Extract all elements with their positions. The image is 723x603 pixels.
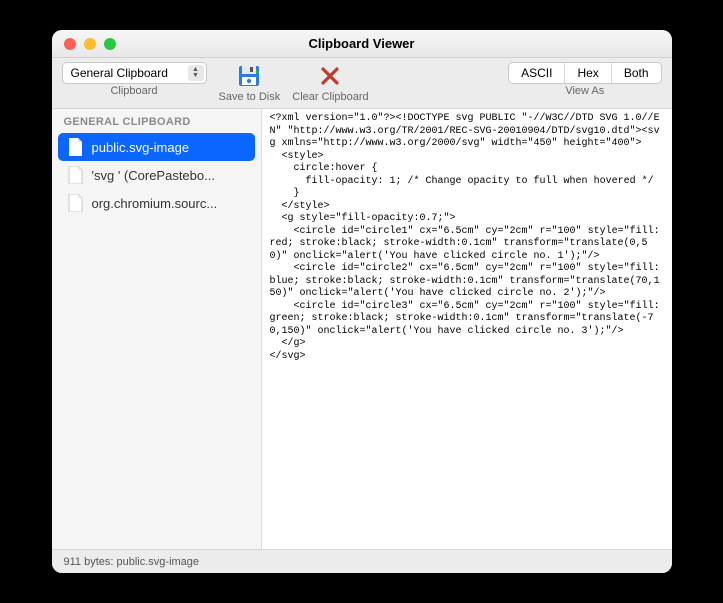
document-icon	[68, 166, 84, 184]
sidebar-item-org-chromium-source[interactable]: org.chromium.sourc...	[58, 189, 255, 217]
save-to-disk-button[interactable]	[235, 62, 263, 90]
save-to-disk-group: Save to Disk	[219, 62, 281, 103]
status-text: 911 bytes: public.svg-image	[64, 556, 200, 568]
view-as-both[interactable]: Both	[612, 63, 661, 83]
clipboard-selector-group: General Clipboard ▲▼ Clipboard	[62, 62, 207, 97]
statusbar: 911 bytes: public.svg-image	[52, 549, 672, 573]
clear-clipboard-label: Clear Clipboard	[292, 91, 368, 103]
document-icon	[68, 194, 84, 212]
clipboard-selector-label: Clipboard	[110, 85, 157, 97]
sidebar-item-label: public.svg-image	[92, 140, 245, 155]
clear-clipboard-group: Clear Clipboard	[292, 62, 368, 103]
view-as-ascii[interactable]: ASCII	[509, 63, 565, 83]
x-icon	[318, 64, 342, 88]
content-detail[interactable]: <?xml version="1.0"?><!DOCTYPE svg PUBLI…	[262, 109, 672, 549]
sidebar-item-label: org.chromium.sourc...	[92, 196, 245, 211]
zoom-button[interactable]	[104, 38, 116, 50]
view-as-label: View As	[565, 85, 604, 97]
save-to-disk-label: Save to Disk	[219, 91, 281, 103]
titlebar[interactable]: Clipboard Viewer	[52, 30, 672, 58]
sidebar-item-label: 'svg ' (CorePastebo...	[92, 168, 245, 183]
sidebar-item-public-svg-image[interactable]: public.svg-image	[58, 133, 255, 161]
view-as-hex[interactable]: Hex	[565, 63, 611, 83]
window-title: Clipboard Viewer	[52, 36, 672, 51]
view-as-segmented: ASCII Hex Both	[508, 62, 661, 84]
traffic-lights	[52, 38, 116, 50]
document-icon	[68, 138, 84, 156]
clipboard-selector[interactable]: General Clipboard ▲▼	[62, 62, 207, 84]
toolbar: General Clipboard ▲▼ Clipboard Save to D…	[52, 58, 672, 108]
view-as-group: ASCII Hex Both View As	[508, 62, 661, 97]
minimize-button[interactable]	[84, 38, 96, 50]
clipboard-selector-value: General Clipboard	[71, 66, 168, 80]
app-window: Clipboard Viewer General Clipboard ▲▼ Cl…	[52, 30, 672, 573]
close-button[interactable]	[64, 38, 76, 50]
clear-clipboard-button[interactable]	[316, 62, 344, 90]
chevron-updown-icon: ▲▼	[188, 65, 204, 81]
sidebar-item-svg-corepasteboard[interactable]: 'svg ' (CorePastebo...	[58, 161, 255, 189]
sidebar-header: GENERAL CLIPBOARD	[52, 109, 261, 133]
sidebar: GENERAL CLIPBOARD public.svg-image 'svg …	[52, 109, 262, 549]
floppy-disk-icon	[236, 63, 262, 89]
content-split: GENERAL CLIPBOARD public.svg-image 'svg …	[52, 108, 672, 549]
